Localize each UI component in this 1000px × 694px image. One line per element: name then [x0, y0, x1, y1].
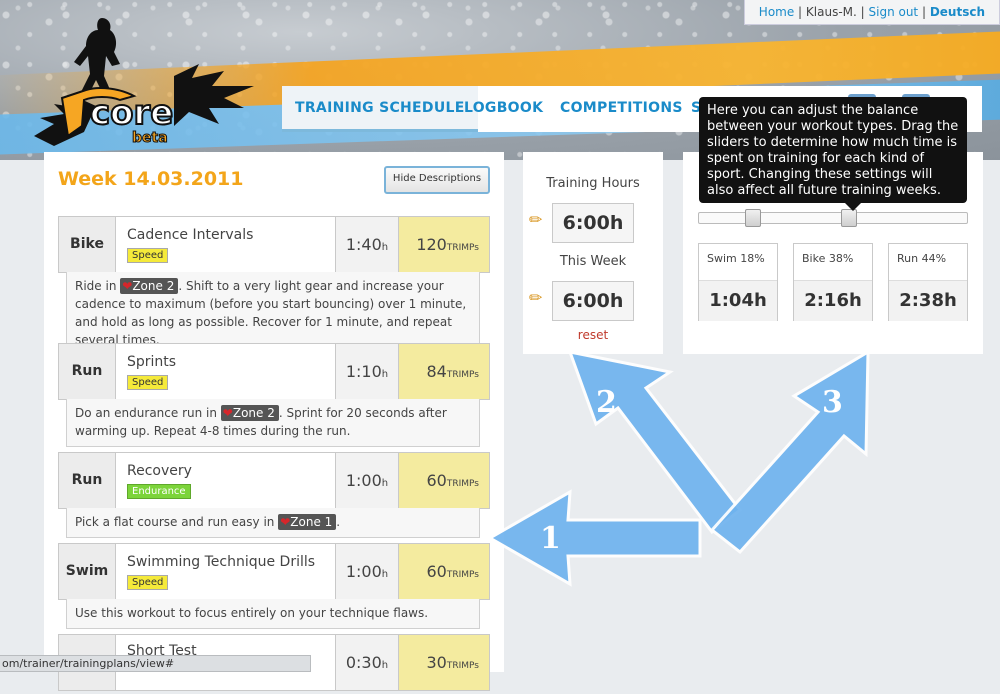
tab-logbook[interactable]: LOGBOOK	[464, 100, 543, 116]
callout-arrow-2	[567, 350, 743, 535]
workout-name: Cadence Intervals	[127, 227, 254, 243]
sport-share-bike: Bike 38% 2:16h	[793, 243, 873, 321]
sport-share-time: 2:16h	[794, 280, 872, 321]
user-bar: Home | Klaus-M. | Sign out | Deutsch	[743, 0, 1000, 25]
workout-trimps: 30TRIMPs	[398, 635, 489, 690]
week-title: Week 14.03.2011	[58, 168, 244, 190]
balance-slider[interactable]	[698, 209, 968, 227]
callout-number-3: 3	[822, 385, 843, 420]
workout-description: Pick a flat course and run easy in ❤Zone…	[66, 508, 480, 538]
workout-sport: Swim	[59, 544, 116, 599]
training-hours-label: Training Hours	[546, 176, 640, 191]
workout-trimps: 60TRIMPs	[398, 453, 489, 508]
workout-duration: 0:30h	[335, 635, 398, 690]
workout-duration: 1:10h	[335, 344, 398, 399]
workout-row[interactable]: Run Recovery Endurance 1:00h 60TRIMPs	[58, 452, 490, 509]
tab-competitions[interactable]: COMPETITIONS	[560, 100, 683, 116]
zone-badge: ❤Zone 2	[120, 278, 179, 294]
reset-link[interactable]: reset	[523, 328, 663, 342]
this-week-value[interactable]: 6:00h	[552, 281, 634, 321]
intensity-tag: Speed	[127, 575, 169, 590]
language-link[interactable]: Deutsch	[930, 5, 985, 19]
callout-number-2: 2	[596, 385, 617, 420]
zone-badge: ❤Zone 1	[278, 514, 337, 530]
training-hours-panel: Training Hours ✏ 6:00h This Week ✏ 6:00h…	[523, 152, 663, 354]
logo-text: core	[90, 93, 173, 133]
callout-arrow-3	[709, 349, 870, 555]
workout-row[interactable]: Bike Cadence Intervals Speed 1:40h 120TR…	[58, 216, 490, 273]
workout-sport: Run	[59, 453, 116, 508]
workout-name: Swimming Technique Drills	[127, 554, 316, 570]
workout-name: Sprints	[127, 354, 177, 370]
training-hours-value[interactable]: 6:00h	[552, 203, 634, 243]
workout-description: Use this workout to focus entirely on yo…	[66, 599, 480, 629]
sport-share-label: Bike 38%	[802, 252, 854, 265]
pencil-icon[interactable]: ✏	[529, 210, 542, 229]
heart-icon: ❤	[222, 406, 233, 420]
logo-graphic: core beta	[34, 18, 254, 147]
browser-status-bar: om/trainer/trainingplans/view#	[0, 655, 311, 672]
workout-duration: 1:00h	[335, 453, 398, 508]
slider-handle[interactable]	[841, 209, 857, 227]
workout-name: Recovery	[127, 463, 192, 479]
zone-badge: ❤Zone 2	[220, 405, 279, 421]
workout-duration: 1:40h	[335, 217, 398, 272]
intensity-tag: Speed	[127, 375, 169, 390]
pencil-icon[interactable]: ✏	[529, 288, 542, 307]
callout-arrow-1	[486, 489, 702, 587]
workout-sport: Bike	[59, 217, 116, 272]
sport-share-time: 2:38h	[889, 280, 967, 321]
workout-row[interactable]: Run Sprints Speed 1:10h 84TRIMPs	[58, 343, 490, 400]
sport-share-label: Run 44%	[897, 252, 947, 265]
schedule-panel: Week 14.03.2011 Hide Descriptions Bike C…	[44, 152, 504, 691]
heart-icon: ❤	[280, 515, 291, 529]
logo-beta-text: beta	[132, 130, 168, 146]
intensity-tag: Endurance	[127, 484, 191, 499]
username: Klaus-M.	[805, 5, 857, 19]
workout-trimps: 60TRIMPs	[398, 544, 489, 599]
workout-trimps: 120TRIMPs	[398, 217, 489, 272]
workout-row[interactable]: Swim Swimming Technique Drills Speed 1:0…	[58, 543, 490, 600]
sport-share-swim: Swim 18% 1:04h	[698, 243, 778, 321]
hide-descriptions-button[interactable]: Hide Descriptions	[384, 166, 490, 194]
callout-number-1: 1	[540, 521, 561, 556]
signout-link[interactable]: Sign out	[869, 5, 919, 19]
workout-description: Do an endurance run in ❤Zone 2. Sprint f…	[66, 399, 480, 447]
heart-icon: ❤	[122, 279, 133, 293]
balance-tooltip: Here you can adjust the balance between …	[699, 97, 967, 211]
sport-share-run: Run 44% 2:38h	[888, 243, 968, 321]
workout-sport: Run	[59, 344, 116, 399]
slider-handle[interactable]	[745, 209, 761, 227]
logo[interactable]: core beta	[24, 16, 264, 156]
workout-trimps: 84TRIMPs	[398, 344, 489, 399]
tab-training-schedule[interactable]: TRAINING SCHEDULE	[282, 86, 478, 132]
workout-duration: 1:00h	[335, 544, 398, 599]
home-link[interactable]: Home	[759, 5, 794, 19]
intensity-tag: Speed	[127, 248, 169, 263]
sport-share-time: 1:04h	[699, 280, 777, 321]
this-week-label: This Week	[559, 254, 627, 269]
sport-share-label: Swim 18%	[707, 252, 765, 265]
